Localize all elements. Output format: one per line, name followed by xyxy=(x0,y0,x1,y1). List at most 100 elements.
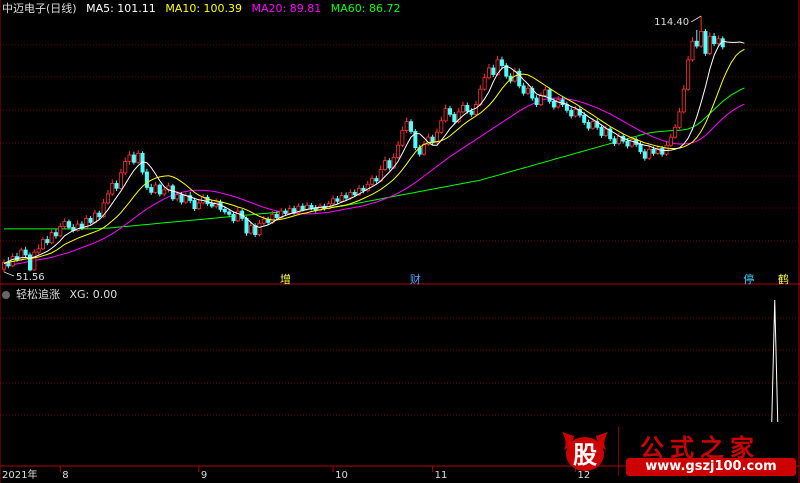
candle-body xyxy=(253,225,258,236)
candle xyxy=(209,200,214,209)
candles xyxy=(2,16,725,272)
candle xyxy=(400,126,405,148)
candle xyxy=(157,183,162,197)
candle xyxy=(569,107,574,119)
candle-body xyxy=(660,148,665,155)
candle-body xyxy=(686,59,691,90)
date-label: 10 xyxy=(335,470,348,481)
candle xyxy=(612,135,617,147)
candle-body xyxy=(105,193,110,204)
candle-body xyxy=(677,111,682,128)
candle xyxy=(62,218,67,229)
candle-body xyxy=(599,126,604,136)
candle-body xyxy=(40,239,45,250)
candle-body xyxy=(690,40,695,61)
candle-body xyxy=(543,89,548,97)
candle-body xyxy=(564,104,569,111)
candle xyxy=(586,119,591,131)
candle xyxy=(538,92,543,107)
candle-body xyxy=(586,122,591,129)
candle-body xyxy=(469,110,474,115)
candle-body xyxy=(582,114,587,123)
candle-body xyxy=(222,209,227,213)
candle xyxy=(32,249,37,271)
candle xyxy=(75,220,80,232)
candle xyxy=(40,236,45,251)
candle-body xyxy=(473,104,478,115)
stock-title[interactable]: 中迈电子(日线) xyxy=(2,2,77,15)
candle xyxy=(521,82,526,96)
stock-chart[interactable]: 114.4051.56 增财停鹤 2021年 8 9 10 11 12 xyxy=(0,0,800,483)
candle xyxy=(699,16,704,48)
candle xyxy=(149,183,154,195)
candle xyxy=(517,68,522,89)
candle-body xyxy=(49,232,54,244)
candle-body xyxy=(521,85,526,94)
candle-body xyxy=(248,225,253,234)
candle xyxy=(595,118,600,130)
ma5-path xyxy=(3,40,745,264)
candle-body xyxy=(183,195,188,203)
indicator-name[interactable]: 轻松追涨 xyxy=(16,288,60,301)
candle-body xyxy=(452,113,457,123)
candle-body xyxy=(179,194,184,203)
candle-body xyxy=(603,128,608,136)
candle-body xyxy=(335,198,340,202)
candle-body xyxy=(664,144,669,155)
candle-body xyxy=(673,126,678,138)
candle-body xyxy=(283,210,288,214)
candle xyxy=(716,35,721,46)
candle xyxy=(525,85,530,95)
candle-body xyxy=(396,144,401,158)
candle-body xyxy=(153,184,158,193)
candle xyxy=(668,133,673,147)
date-label: 11 xyxy=(435,470,448,481)
candle xyxy=(183,192,188,205)
candle xyxy=(486,63,491,80)
ma60-readout: MA60: 86.72 xyxy=(330,2,401,15)
candle-body xyxy=(209,203,214,207)
candle xyxy=(543,86,548,98)
candle-body xyxy=(525,87,530,94)
candle-body xyxy=(400,130,405,146)
candle-body xyxy=(274,213,279,218)
candle xyxy=(131,151,136,165)
candle-body xyxy=(66,221,71,228)
date-label: 9 xyxy=(201,470,207,481)
event-marker: 鹤 xyxy=(778,272,789,286)
candle-body xyxy=(681,88,686,113)
candle-body xyxy=(534,97,539,105)
indicator-menu-icon[interactable] xyxy=(2,291,10,299)
candle xyxy=(409,119,414,134)
candle xyxy=(110,179,115,197)
candle xyxy=(673,124,678,139)
watermark-logo-icon: 股 xyxy=(562,432,608,471)
candle xyxy=(166,182,171,193)
candle-body xyxy=(383,160,388,171)
xg-indicator xyxy=(771,299,779,423)
candle-body xyxy=(668,136,673,146)
candle-body xyxy=(491,67,496,75)
candle-body xyxy=(616,135,621,144)
candle-body xyxy=(404,121,409,131)
watermark-url[interactable]: www.gszj100.com xyxy=(626,458,796,476)
candle xyxy=(170,183,175,201)
candle xyxy=(205,194,210,206)
ma5-readout: MA5: 101.11 xyxy=(86,2,156,15)
candle-body xyxy=(387,160,392,169)
candle-body xyxy=(162,189,167,195)
candle xyxy=(491,64,496,77)
candle-body xyxy=(131,154,136,163)
candle-body xyxy=(647,148,652,159)
candle-body xyxy=(538,95,543,105)
ma10-path xyxy=(3,48,745,264)
xg-readout: XG: 0.00 xyxy=(69,288,118,301)
watermark: 股 公式之家 www.gszj100.com xyxy=(558,426,798,480)
candle xyxy=(36,244,41,255)
candle-body xyxy=(36,248,41,253)
chart-labels: 114.40 51.56 xyxy=(3,15,702,283)
indicator-header: 轻松追涨 XG: 0.00 xyxy=(2,288,123,302)
candle xyxy=(365,180,370,193)
candle xyxy=(127,151,132,165)
candle-body xyxy=(192,200,197,210)
